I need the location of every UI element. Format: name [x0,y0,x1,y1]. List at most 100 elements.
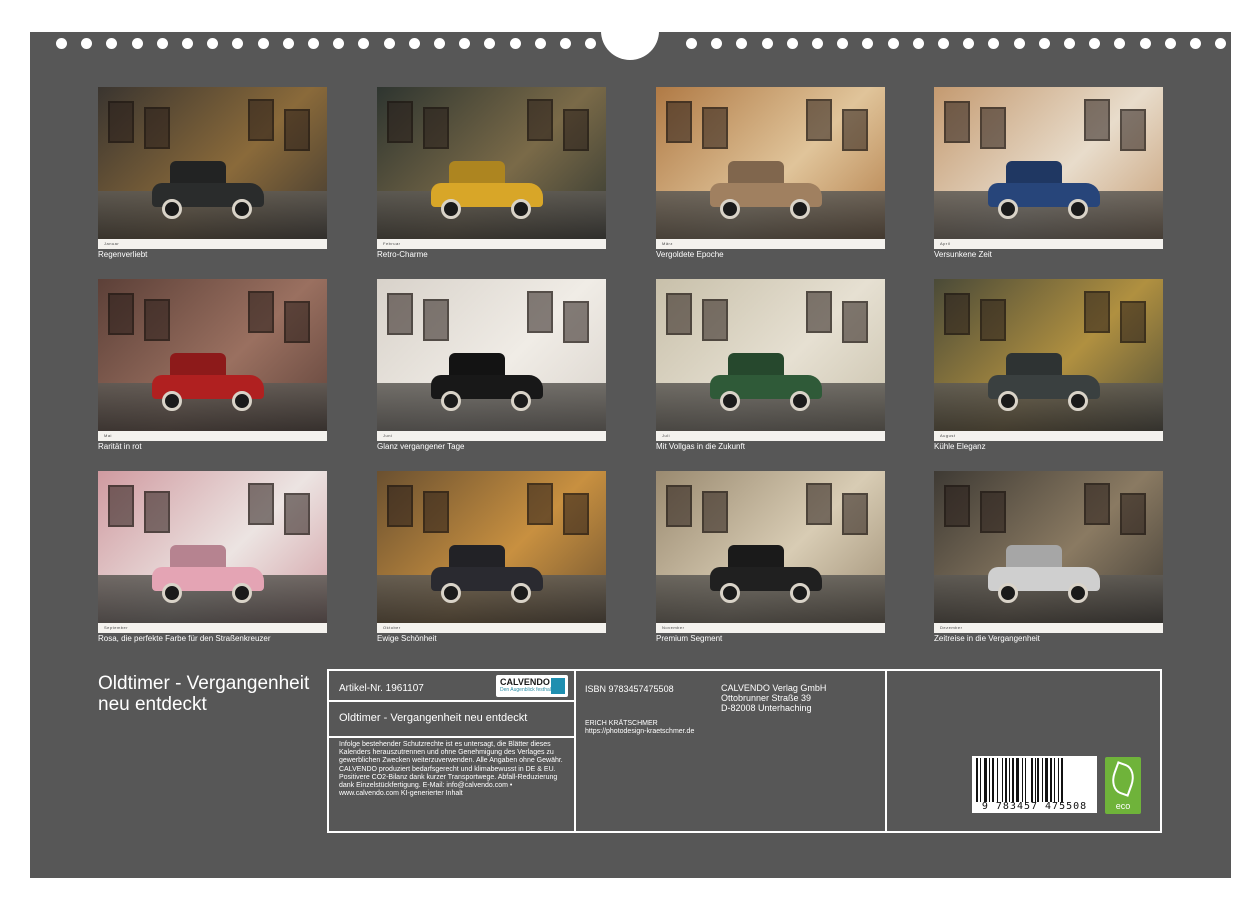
binding-hole [1190,38,1201,49]
barcode-bar [1057,758,1059,802]
month-thumbnail: August [934,279,1163,441]
thumbnail-caption: Rosa, die perfekte Farbe für den Straßen… [98,634,271,643]
car-wheel [511,199,531,219]
month-calendar-strip: Januar [98,239,327,249]
building-window [666,485,692,527]
binding-hole [1089,38,1101,49]
building-window [980,107,1006,149]
building-window [806,99,832,141]
month-calendar-strip: November [656,623,885,633]
building-window [108,293,134,335]
building-window [806,291,832,333]
month-calendar-strip: Dezember [934,623,1163,633]
car-wheel [511,583,531,603]
building-window [144,491,170,533]
publisher-street: Ottobrunner Straße 39 [721,693,812,703]
month-calendar-strip: August [934,431,1163,441]
thumbnail-caption: Ewige Schönheit [377,634,437,643]
building-window [944,293,970,335]
car-wheel [998,583,1018,603]
barcode-bar [979,758,981,802]
car-wheel [998,391,1018,411]
barcode-bar [1050,758,1053,802]
car-wheel [790,391,810,411]
building-window [563,493,589,535]
car-wheel [232,199,252,219]
building-window [842,109,868,151]
car-wheel [790,199,810,219]
building-window [527,291,553,333]
calendar-title: Oldtimer - Vergangenheit neu entdeckt [98,673,310,715]
building-window [284,301,310,343]
car-wheel [162,391,182,411]
binding-hole [131,38,143,49]
binding-hole [1064,38,1075,49]
binding-hole [106,38,118,49]
barcode-bar [1042,758,1044,802]
calvendo-logo: CALVENDO Den Augenblick festhalten [496,675,568,697]
car-wheel [511,391,531,411]
building-window [944,485,970,527]
barcode-bars [976,758,1093,802]
vintage-car [148,539,268,609]
car-wheel [790,583,810,603]
panel-divider [885,671,887,831]
eco-label: eco [1115,801,1131,811]
binding-hole [761,38,773,49]
thumbnail-caption: Vergoldete Epoche [656,250,724,259]
binding-hole [383,38,395,49]
car-wheel [998,199,1018,219]
binding-hole [358,38,370,49]
building-window [944,101,970,143]
vintage-car [427,155,547,225]
binding-hole [686,38,697,49]
month-calendar-strip: Mai [98,431,327,441]
thumbnail-caption: Premium Segment [656,634,723,643]
vintage-car [148,155,268,225]
author-name: ERICH KRÄTSCHMER [585,720,658,727]
building-window [387,101,413,143]
month-calendar-strip: April [934,239,1163,249]
binding-hole [408,38,420,49]
month-thumbnail: November [656,471,885,633]
building-window [527,483,553,525]
binding-hole [56,38,67,49]
car-wheel [232,583,252,603]
barcode-bar [1030,758,1033,802]
building-window [527,99,553,141]
car-wheel [720,199,740,219]
month-thumbnail: Mai [98,279,327,441]
info-panel: Artikel-Nr. 1961107 CALVENDO Den Augenbl… [327,669,1162,833]
barcode-bar [983,758,987,802]
month-thumbnail: Juli [656,279,885,441]
barcode-bar [1034,758,1036,802]
barcode-bar [1037,758,1040,802]
building-window [980,299,1006,341]
barcode-bar [1054,758,1055,802]
binding-hole [308,38,319,49]
vintage-car [706,539,826,609]
vintage-car [984,347,1104,417]
logo-mark-icon [551,678,565,694]
binding-hole [282,38,294,49]
building-window [108,485,134,527]
binding-hole [484,38,496,49]
thumbnail-caption: Kühle Eleganz [934,442,986,451]
binding-hole [257,38,269,49]
building-window [248,291,274,333]
binding-hole [1215,38,1227,49]
car-wheel [720,583,740,603]
building-window [702,491,728,533]
barcode-bar [1044,758,1048,802]
barcode-digits: 9 783457 475508 [981,801,1088,812]
vintage-car [427,347,547,417]
author-url: https://photodesign-kraetschmer.de [585,728,695,735]
binding-hole [585,38,597,49]
binding-hole [1038,38,1050,49]
panel-divider [574,671,576,831]
binding-hole [434,38,445,49]
building-window [144,299,170,341]
binding-hole [812,38,823,49]
building-window [1120,493,1146,535]
month-thumbnail: Oktober [377,471,606,633]
